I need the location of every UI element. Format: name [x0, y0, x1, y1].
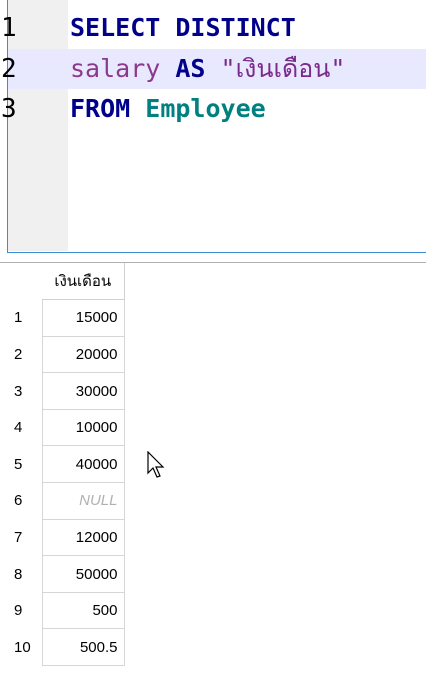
sql-editor[interactable]: 1 SELECT DISTINCT 2 salary AS "เงินเดือน" 3 F… [1, 0, 426, 253]
code-token: FROM [70, 94, 131, 123]
results-grid: เงินเดือน 1 15000 2 20000 3 30000 4 10000 5 40000… [0, 262, 426, 674]
row-number[interactable]: 7 [0, 519, 42, 556]
salary-cell[interactable]: 10000 [41, 408, 125, 447]
table-row[interactable]: 10 500.5 [0, 628, 125, 667]
table-row[interactable]: 1 15000 [0, 299, 125, 337]
row-number[interactable]: 2 [0, 336, 42, 373]
results-table: เงินเดือน 1 15000 2 20000 3 30000 4 10000 5 40000… [0, 263, 125, 667]
code-text: SELECT DISTINCT [70, 8, 296, 48]
code-line-3[interactable]: 3 FROM Employee [1, 89, 426, 129]
salary-cell[interactable]: 30000 [41, 372, 125, 410]
code-token: SELECT DISTINCT [70, 13, 296, 42]
table-row[interactable]: 3 30000 [0, 372, 125, 410]
code-token: Employee [145, 94, 266, 123]
results-body: 1 15000 2 20000 3 30000 4 10000 5 40000 6 NULL 7 1200… [0, 299, 125, 667]
mouse-pointer-icon [147, 451, 165, 478]
row-number[interactable]: 4 [0, 409, 42, 446]
line-number: 2 [1, 54, 17, 84]
salary-cell[interactable]: NULL [41, 482, 125, 520]
line-number: 3 [1, 94, 17, 124]
table-row[interactable]: 8 50000 [0, 555, 125, 593]
salary-cell[interactable]: 500 [41, 591, 125, 630]
code-text: FROM Employee [70, 89, 266, 129]
code-token: salary [70, 54, 161, 83]
row-number-header [0, 263, 42, 300]
code-line-2[interactable]: 2 salary AS "เงินเดือน" [1, 49, 426, 89]
column-header-salary[interactable]: เงินเดือน [42, 263, 125, 301]
row-number[interactable]: 6 [0, 482, 42, 520]
row-number[interactable]: 10 [0, 628, 42, 666]
salary-cell[interactable]: 500.5 [41, 628, 125, 667]
table-row[interactable]: 5 40000 [0, 445, 125, 484]
table-row[interactable]: 2 20000 [0, 335, 125, 374]
salary-cell[interactable]: 15000 [41, 299, 125, 337]
row-number[interactable]: 5 [0, 445, 42, 483]
line-number: 1 [1, 13, 17, 43]
salary-cell[interactable]: 40000 [41, 445, 125, 484]
code-token: "เงินเดือน" [220, 54, 346, 83]
table-row[interactable]: 9 500 [0, 591, 125, 630]
results-header-row: เงินเดือน [0, 263, 125, 301]
code-token: AS [175, 54, 206, 83]
row-number[interactable]: 9 [0, 592, 42, 629]
code-text: salary AS "เงินเดือน" [70, 49, 345, 89]
row-number[interactable]: 1 [0, 299, 42, 337]
code-line-1[interactable]: 1 SELECT DISTINCT [1, 8, 426, 48]
salary-cell[interactable]: 12000 [41, 518, 125, 557]
table-row[interactable]: 6 NULL [0, 482, 125, 520]
row-number[interactable]: 3 [0, 372, 42, 410]
salary-cell[interactable]: 50000 [41, 555, 125, 593]
table-row[interactable]: 7 12000 [0, 518, 125, 557]
table-row[interactable]: 4 10000 [0, 408, 125, 447]
salary-cell[interactable]: 20000 [41, 335, 125, 374]
row-number[interactable]: 8 [0, 555, 42, 593]
